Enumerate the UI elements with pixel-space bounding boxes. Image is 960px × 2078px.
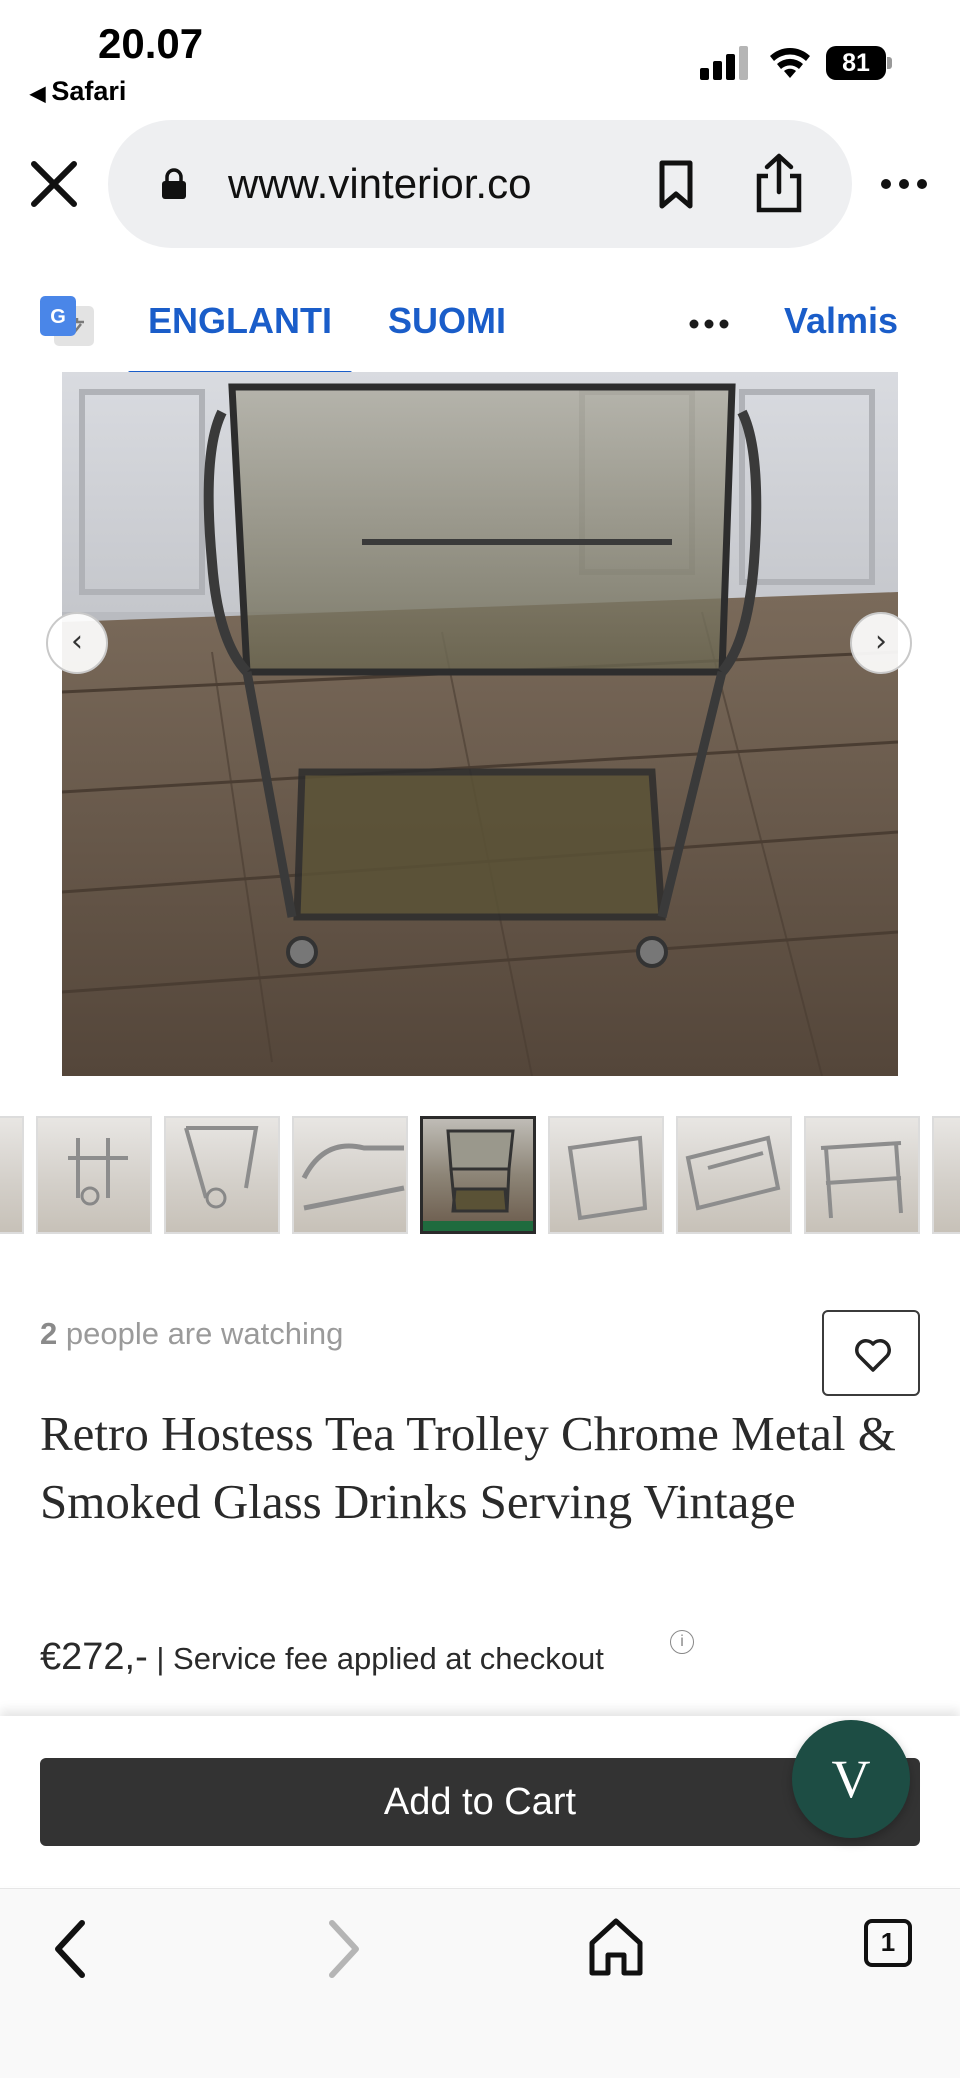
thumbnail-strip [0,1116,960,1236]
status-time: 20.07 [98,20,204,67]
thumbnail[interactable] [164,1116,280,1234]
thumbnail[interactable] [292,1116,408,1234]
battery-level: 81 [826,46,886,80]
gallery-next-button[interactable]: › [850,612,912,674]
tab-source-language[interactable]: ENGLANTI [128,300,352,376]
thumbnail-partial-right[interactable] [932,1116,960,1234]
lock-icon [162,168,186,199]
product-title: Retro Hostess Tea Trolley Chrome Metal &… [40,1406,896,1529]
url-text: www.vinterior.co [228,160,532,207]
close-icon[interactable] [28,158,80,210]
product-photo [62,372,898,1076]
watching-text: people are watching [57,1316,344,1351]
thumbnail-partial-left[interactable] [0,1116,24,1234]
back-to-app-link[interactable]: ◀ Safari [30,76,126,107]
info-icon[interactable]: i [670,1630,694,1654]
address-bar[interactable]: www.vinterior.co [108,120,852,248]
battery-icon: 81 [826,46,892,80]
heart-icon [855,1339,891,1372]
cellular-signal-icon [700,46,748,80]
translate-more-icon[interactable] [688,318,730,330]
browser-toolbar: 1 [0,1888,960,2078]
thumbnail[interactable] [804,1116,920,1234]
wifi-icon [770,48,810,78]
service-fee-note: | Service fee applied at checkout [147,1641,604,1676]
gallery-prev-button[interactable]: ‹ [46,612,108,674]
status-bar: 20.07 ◀ Safari 81 [0,0,960,118]
watching-count: 2 [40,1316,58,1351]
back-triangle-icon: ◀ [30,83,46,105]
forward-icon[interactable] [322,1917,366,1981]
thumbnail-selected[interactable] [420,1116,536,1234]
translate-done-button[interactable]: Valmis [784,300,898,342]
tab-target-language[interactable]: SUOMI [388,300,506,342]
back-app-label: Safari [51,76,127,106]
share-icon[interactable] [754,152,804,214]
thumbnail[interactable] [548,1116,664,1234]
bookmark-icon[interactable] [656,160,696,210]
chat-badge-button[interactable]: V [792,1720,910,1838]
svg-text:G: G [50,306,66,328]
translate-bar: G ENGLANTI SUOMI Valmis [0,268,960,376]
watching-indicator: 2 people are watching [40,1316,343,1352]
product-price: €272,- [40,1636,148,1678]
favorite-button[interactable] [822,1310,920,1396]
product-main-image[interactable] [62,372,898,1076]
home-icon[interactable] [588,1917,644,1977]
more-options-icon[interactable] [880,168,928,200]
thumbnail[interactable] [676,1116,792,1234]
tabs-button[interactable]: 1 [864,1919,912,1967]
price-row: €272,- | Service fee applied at checkout [40,1636,604,1679]
google-translate-icon: G [40,296,94,346]
back-icon[interactable] [48,1917,92,1981]
thumbnail[interactable] [36,1116,152,1234]
add-to-cart-button[interactable]: Add to Cart [40,1758,920,1846]
